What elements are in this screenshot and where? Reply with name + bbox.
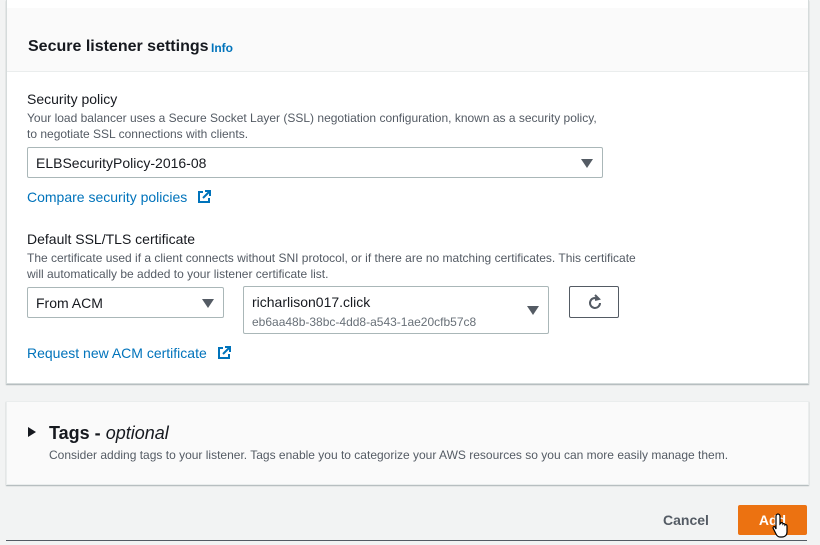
tags-section-toggle[interactable]: Tags - optional (49, 423, 169, 444)
compare-security-policies-label: Compare security policies (27, 189, 188, 205)
security-policy-label: Security policy (27, 91, 118, 107)
refresh-icon (589, 294, 601, 309)
certificate-description: The certificate used if a client connect… (27, 250, 636, 282)
external-link-icon (217, 346, 231, 359)
security-policy-description: Your load balancer uses a Secure Socket … (27, 110, 597, 142)
certificate-label: Default SSL/TLS certificate (27, 231, 196, 247)
caret-right-icon[interactable] (28, 427, 36, 437)
caret-down-icon (527, 306, 539, 315)
tags-optional-label: optional (105, 423, 169, 443)
certificate-description-line: The certificate used if a client connect… (27, 251, 636, 265)
hand-pointer-cursor (772, 513, 788, 538)
panel-title: Secure listener settings (28, 38, 209, 55)
security-policy-description-line: Your load balancer uses a Secure Socket … (27, 111, 597, 125)
request-acm-certificate-link[interactable]: Request new ACM certificate (27, 345, 231, 361)
certificate-select[interactable]: richarlison017.click eb6aa48b-38bc-4dd8-… (243, 286, 549, 334)
security-policy-value: ELBSecurityPolicy-2016-08 (36, 155, 207, 171)
certificate-description-line: will automatically be added to your list… (27, 267, 329, 281)
tags-description: Consider adding tags to your listener. T… (49, 448, 729, 462)
security-policy-description-line: to negotiate SSL connections with client… (27, 127, 249, 141)
bottom-divider (6, 540, 807, 541)
info-link[interactable]: Info (211, 41, 233, 55)
certificate-id: eb6aa48b-38bc-4dd8-a543-1ae20cfb57c8 (252, 315, 477, 329)
security-policy-select[interactable]: ELBSecurityPolicy-2016-08 (27, 147, 603, 178)
certificate-name: richarlison017.click (252, 294, 371, 310)
caret-down-icon (202, 299, 214, 308)
cancel-button[interactable]: Cancel (651, 507, 721, 533)
panel-header: Secure listener settings Info (7, 8, 808, 72)
certificate-source-value: From ACM (36, 295, 103, 311)
tags-title: Tags - (49, 423, 101, 443)
request-acm-certificate-label: Request new ACM certificate (27, 345, 207, 361)
caret-down-icon (581, 159, 593, 168)
external-link-icon (198, 190, 212, 203)
refresh-certificates-button[interactable] (569, 286, 619, 318)
compare-security-policies-link[interactable]: Compare security policies (27, 189, 212, 205)
tags-section: Tags - optional Consider adding tags to … (6, 401, 809, 485)
certificate-source-select[interactable]: From ACM (27, 287, 224, 318)
